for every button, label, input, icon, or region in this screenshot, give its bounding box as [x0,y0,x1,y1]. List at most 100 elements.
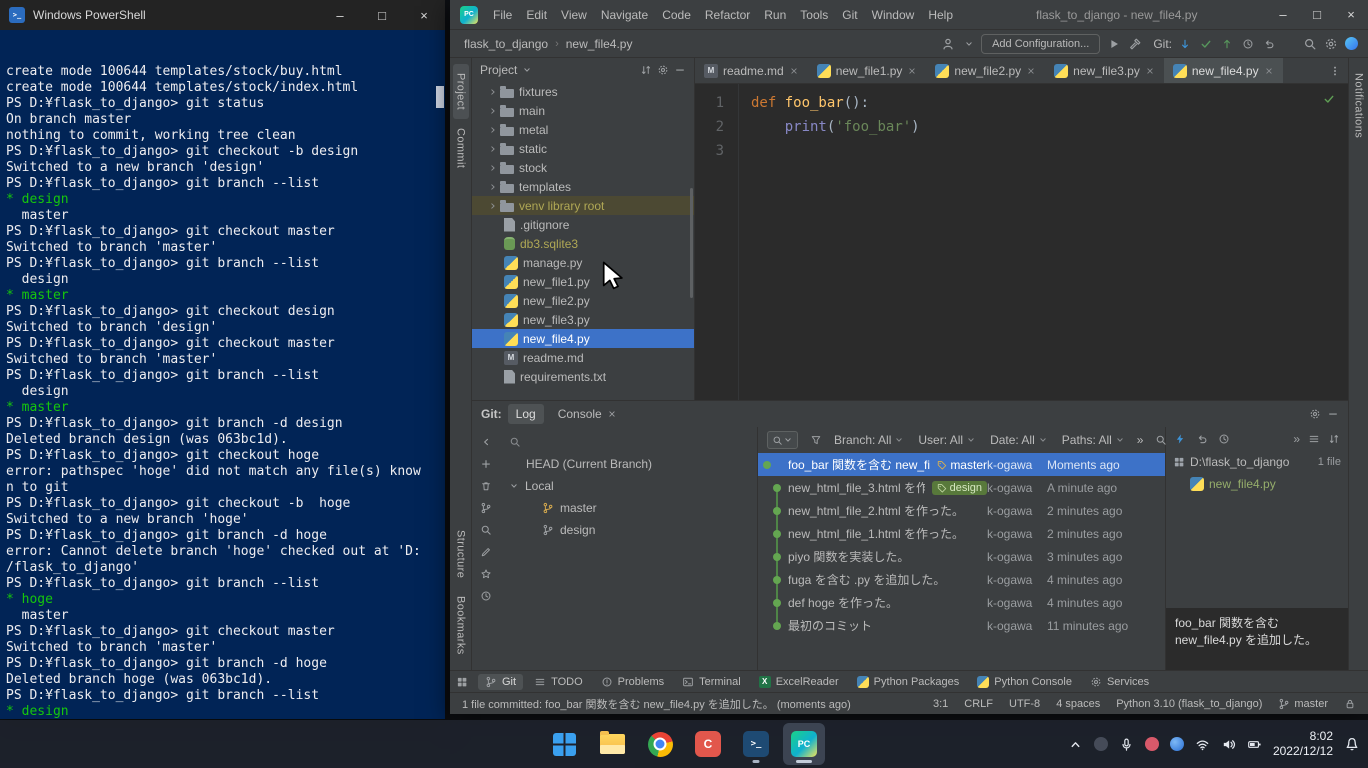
minimize-button[interactable]: – [319,0,361,30]
toolwindow-button-python-console[interactable]: Python Console [970,674,1079,690]
branch-search-field[interactable] [500,430,757,453]
branch-group-local[interactable]: Local [500,475,757,497]
editor-content[interactable]: 123 def foo_bar(): print('foo_bar') [695,84,1348,400]
history-icon[interactable] [1218,433,1230,445]
scrollbar-thumb[interactable] [436,86,444,108]
toolwindow-button-services[interactable]: Services [1083,674,1156,690]
wifi-icon[interactable] [1195,737,1210,752]
settings-icon[interactable] [1309,408,1321,420]
project-item-main[interactable]: main [472,101,694,120]
close-icon[interactable] [1145,66,1155,76]
tool-tab-notifications[interactable]: Notifications [1351,64,1367,147]
commit-row[interactable]: fuga を含む .py を追加した。k-ogawa4 minutes ago [758,568,1165,591]
close-icon[interactable] [907,66,917,76]
toolwindow-button-terminal[interactable]: Terminal [675,674,748,690]
close-icon[interactable] [789,66,799,76]
hide-panel-icon[interactable] [1327,408,1339,420]
collapse-icon[interactable] [480,436,492,448]
project-item-new-file3-py[interactable]: new_file3.py [472,310,694,329]
more-tabs-icon[interactable] [1329,65,1348,77]
close-icon[interactable] [607,409,617,419]
minimize-button[interactable]: – [1266,0,1300,29]
encoding-indicator[interactable]: UTF-8 [1009,698,1040,710]
find-icon[interactable] [480,524,492,536]
sort-icon[interactable] [1328,433,1340,445]
settings-icon[interactable] [1324,37,1338,51]
menu-navigate[interactable]: Navigate [594,0,655,30]
changed-file-item[interactable]: new_file4.py [1166,473,1348,495]
scrollbar-thumb[interactable] [690,188,693,298]
taskbar-clock[interactable]: 8:02 2022/12/12 [1273,729,1333,759]
rollback-icon[interactable] [1196,433,1208,445]
tool-tab-project[interactable]: Project [453,64,469,119]
add-configuration-button[interactable]: Add Configuration... [981,34,1100,54]
close-icon[interactable] [1026,66,1036,76]
toolwindow-button-problems[interactable]: Problems [594,674,671,690]
project-item-requirements-txt[interactable]: requirements.txt [472,367,694,386]
project-item-gitignore[interactable]: .gitignore [472,215,694,234]
tool-tab-structure[interactable]: Structure [453,521,469,587]
filter-icon[interactable] [810,434,822,446]
project-item-db3-sqlite3[interactable]: db3.sqlite3 [472,234,694,253]
close-icon[interactable] [1264,66,1274,76]
editor-tab-readme-md[interactable]: readme.md [695,58,808,83]
indent-indicator[interactable]: 4 spaces [1056,698,1100,710]
branch-head-item[interactable]: HEAD (Current Branch) [500,453,757,475]
delete-icon[interactable] [480,480,492,492]
git-tab-log[interactable]: Log [508,404,544,424]
chevron-right-icon[interactable] [488,87,498,97]
settings-icon[interactable] [657,64,669,76]
start-taskbar-button[interactable] [543,723,585,765]
more-filters[interactable]: » [1137,433,1144,447]
close-button[interactable]: × [403,0,445,30]
profile-button[interactable] [941,37,974,51]
file-explorer-taskbar-button[interactable] [591,723,633,765]
history-icon[interactable] [480,590,492,602]
filter-date-all[interactable]: Date: All [990,433,1048,447]
caret-position[interactable]: 3:1 [933,698,948,710]
tray-blue-icon[interactable] [1170,737,1184,751]
toolwindow-button-excelreader[interactable]: ExcelReader [752,674,846,690]
menu-help[interactable]: Help [921,0,960,30]
branch-item-design[interactable]: design [500,519,757,541]
menu-code[interactable]: Code [655,0,698,30]
project-panel-title[interactable]: Project [480,63,517,77]
tool-tab-bookmarks[interactable]: Bookmarks [453,587,469,664]
commit-row[interactable]: new_html_file_3.html を作っdesignk-ogawaA m… [758,476,1165,499]
commit-row[interactable]: piyo 関数を実装した。k-ogawa3 minutes ago [758,545,1165,568]
chevron-down-icon[interactable] [522,65,532,75]
tray-app-icon[interactable] [1094,737,1108,751]
rollback-icon[interactable] [1263,38,1275,50]
editor-tab-new-file1-py[interactable]: new_file1.py [808,58,927,83]
bell-icon[interactable] [1344,736,1360,752]
branch-item-master[interactable]: master [500,497,757,519]
project-item-stock[interactable]: stock [472,158,694,177]
project-item-fixtures[interactable]: fixtures [472,82,694,101]
changed-files-root[interactable]: D:\flask_to_django 1 file [1166,451,1348,473]
breadcrumb-project[interactable]: flask_to_django [464,37,548,51]
commit-search-field[interactable] [767,431,798,449]
run-icon[interactable] [1107,37,1121,51]
commit-row[interactable]: new_html_file_2.html を作った。k-ogawa2 minut… [758,499,1165,522]
inspections-ok-icon[interactable] [1323,93,1335,105]
project-item-templates[interactable]: templates [472,177,694,196]
menu-run[interactable]: Run [757,0,793,30]
pycharm-taskbar-button[interactable]: PC [783,723,825,765]
line-ending-indicator[interactable]: CRLF [964,698,993,710]
filter-paths-all[interactable]: Paths: All [1062,433,1125,447]
commit-row[interactable]: 最初のコミットk-ogawa11 minutes ago [758,614,1165,637]
project-item-new-file2-py[interactable]: new_file2.py [472,291,694,310]
commit-row[interactable]: new_html_file_1.html を作った。k-ogawa2 minut… [758,522,1165,545]
menu-file[interactable]: File [486,0,519,30]
commit-icon[interactable] [1200,38,1212,50]
microphone-icon[interactable] [1119,737,1134,752]
changes-icon[interactable] [1174,433,1186,445]
star-icon[interactable] [480,568,492,580]
powershell-terminal[interactable]: create mode 100644 templates/stock/buy.h… [0,30,445,719]
menu-tools[interactable]: Tools [793,0,835,30]
interpreter-indicator[interactable]: Python 3.10 (flask_to_django) [1116,698,1262,710]
powershell-taskbar-button[interactable]: >_ [735,723,777,765]
branch-icon[interactable] [480,502,492,514]
add-icon[interactable] [480,458,492,470]
chevron-right-icon[interactable] [488,144,498,154]
